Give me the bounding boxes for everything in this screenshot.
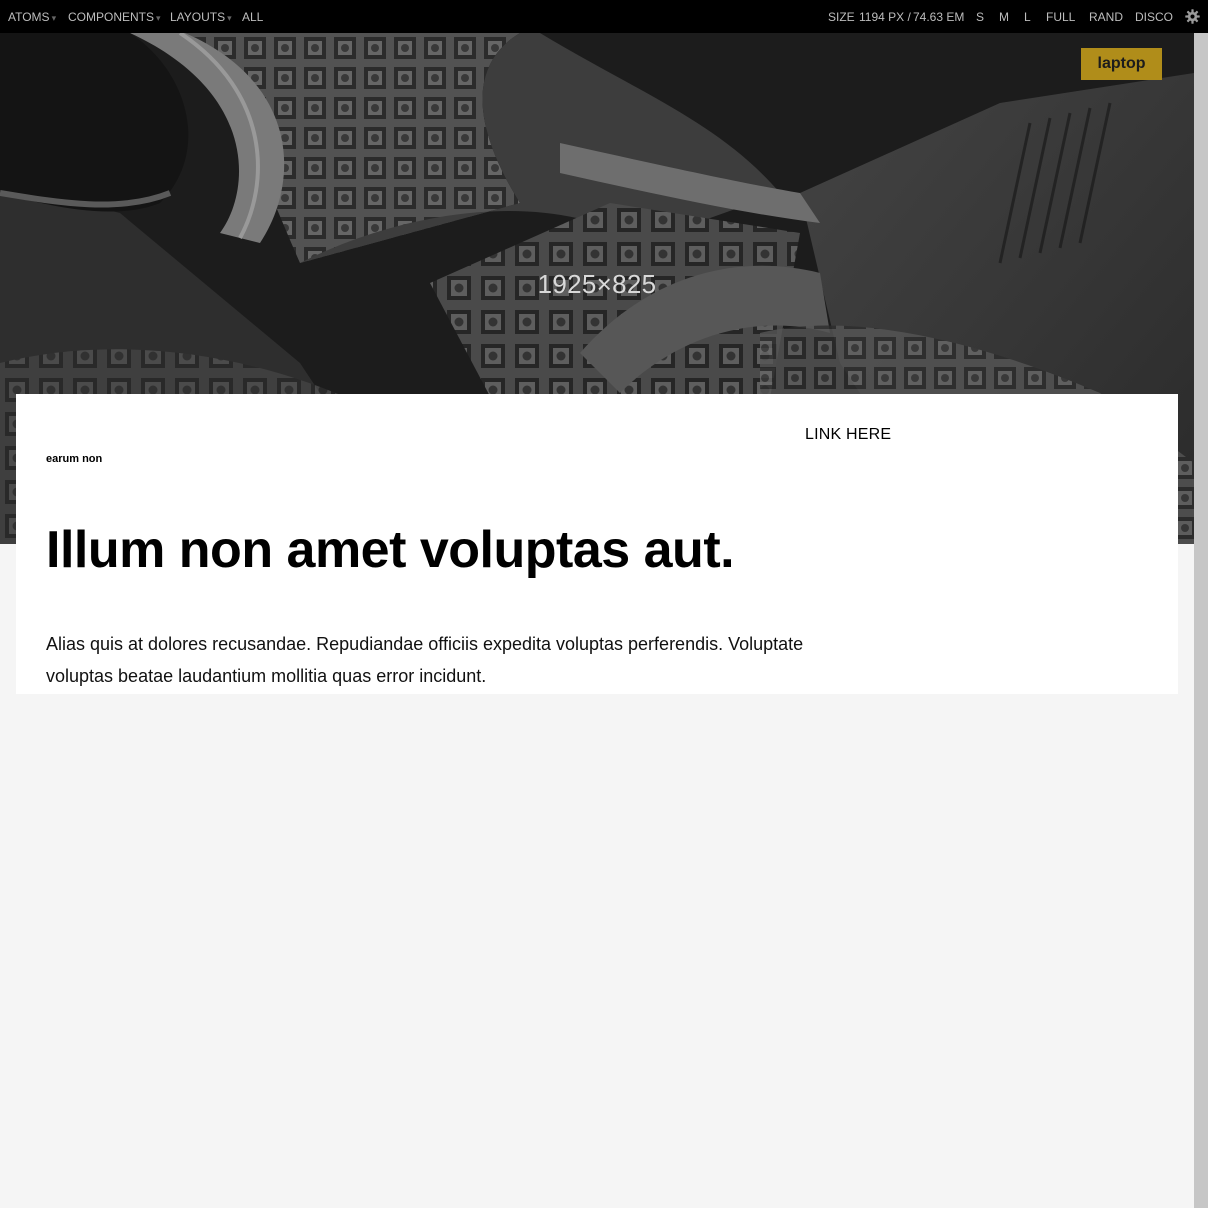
chevron-down-icon: ▾ xyxy=(51,13,57,23)
nav-components[interactable]: COMPONENTS ▾ xyxy=(68,10,161,24)
image-dimensions-label: 1925×825 xyxy=(537,269,657,299)
size-button-s[interactable]: S xyxy=(976,10,984,24)
pattern-lab-toolbar: ATOMS ▾ COMPONENTS ▾ LAYOUTS ▾ ALL SIZE 119… xyxy=(0,0,1208,33)
chevron-down-icon: ▾ xyxy=(156,13,161,23)
chevron-down-icon: ▾ xyxy=(227,13,232,23)
size-px-readout[interactable]: 1194 PX / xyxy=(859,10,911,24)
content-card: LINK HERE earum non Illum non amet volup… xyxy=(16,394,1178,694)
nav-layouts-label: LAYOUTS xyxy=(170,10,226,24)
pattern-viewport: 1925×825 laptop LINK HERE earum non Illu… xyxy=(0,33,1194,1208)
size-em-readout[interactable]: 74.63 EM xyxy=(913,10,964,24)
size-button-m[interactable]: M xyxy=(999,10,1009,24)
nav-atoms-label: ATOMS xyxy=(8,10,50,24)
nav-atoms[interactable]: ATOMS ▾ xyxy=(8,10,56,24)
eyebrow-label: earum non xyxy=(46,453,103,465)
nav-all[interactable]: ALL xyxy=(242,10,263,24)
nav-components-label: COMPONENTS xyxy=(68,10,155,24)
card-link[interactable]: LINK HERE xyxy=(805,426,891,444)
breakpoint-badge: laptop xyxy=(1081,48,1162,80)
page-title: Illum non amet voluptas aut. xyxy=(46,521,735,579)
size-button-full[interactable]: FULL xyxy=(1046,10,1075,24)
size-button-l[interactable]: L xyxy=(1024,10,1031,24)
size-button-rand[interactable]: RAND xyxy=(1089,10,1123,24)
size-label: SIZE xyxy=(828,10,855,24)
gear-icon[interactable] xyxy=(1185,9,1200,24)
body-paragraph: Alias quis at dolores recusandae. Repudi… xyxy=(46,634,804,686)
nav-layouts[interactable]: LAYOUTS ▾ xyxy=(170,10,232,24)
vertical-scrollbar[interactable] xyxy=(1194,33,1208,1208)
size-button-disco[interactable]: DISCO xyxy=(1135,10,1173,24)
